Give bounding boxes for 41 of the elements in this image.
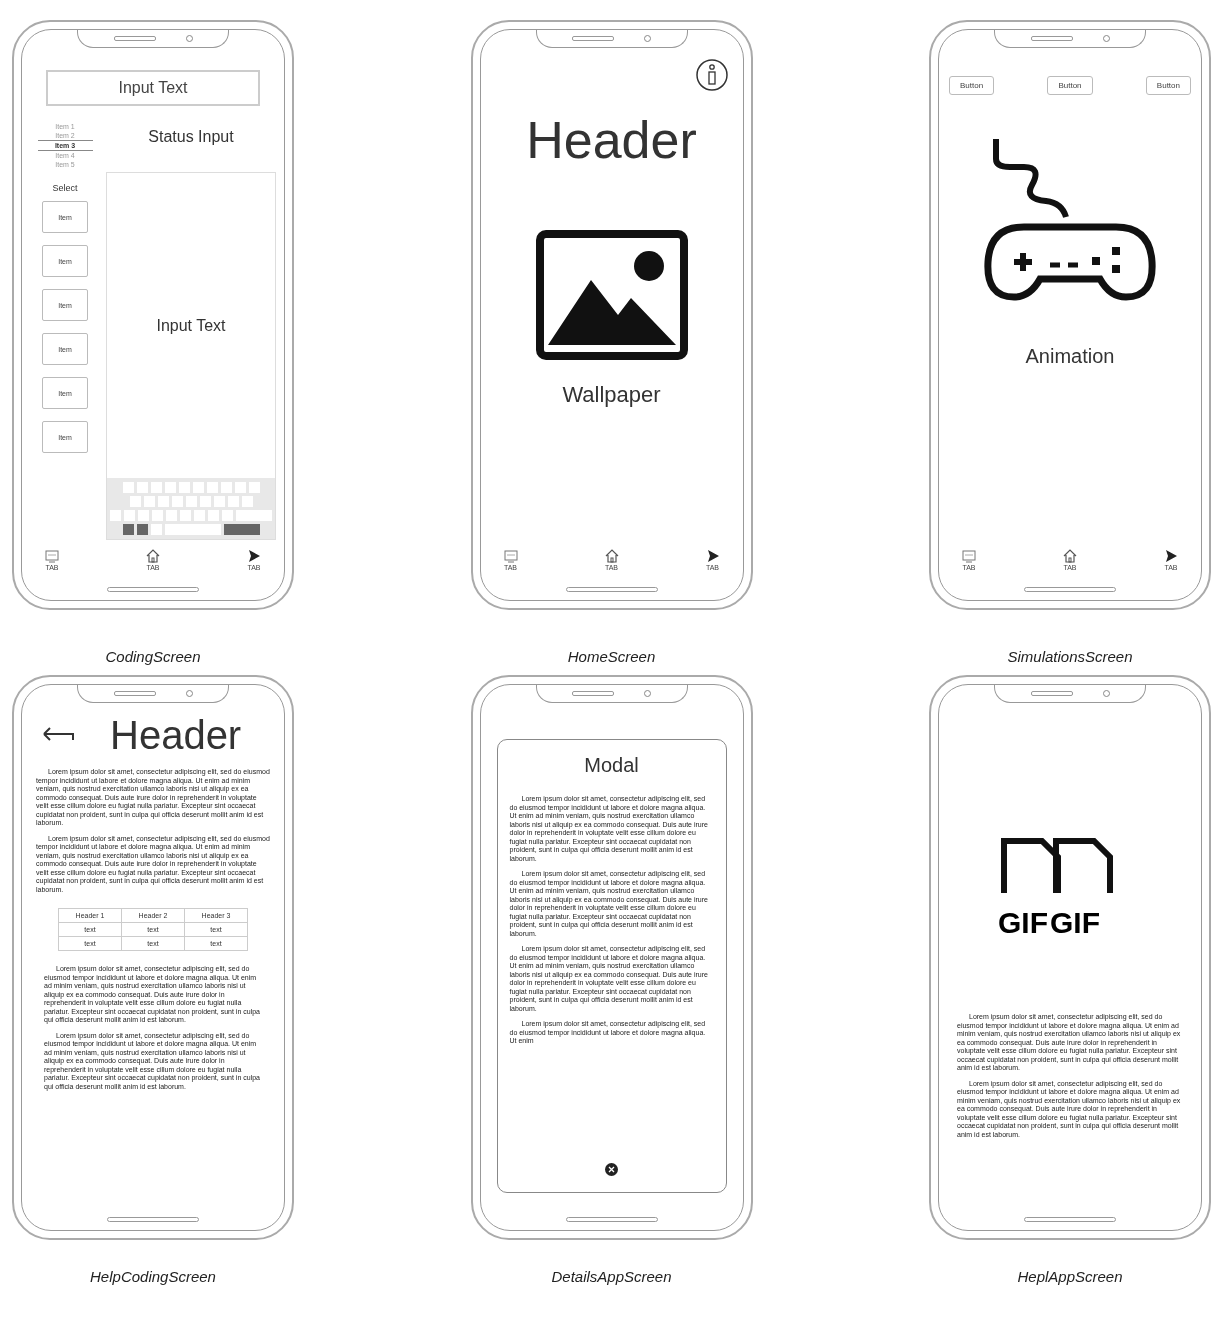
home-icon [1062,548,1078,564]
screen-caption: SimulationsScreen [1007,648,1133,665]
play-icon [1163,548,1179,564]
monitor-icon [961,548,977,564]
screen-caption: HomeScreen [567,648,656,665]
monitor-icon [502,548,519,564]
speaker [113,690,156,696]
speaker [113,35,156,41]
play-icon [246,548,262,564]
gif-label: GIF [998,906,1048,939]
button[interactable]: Button [1047,76,1093,95]
header-title: Header [525,110,698,170]
screen-caption: HelpCodingScreen [90,1268,216,1285]
speaker [572,35,614,41]
gif-label: GIF [1050,906,1100,939]
home-icon [145,548,161,564]
screen-caption: CodingScreen [105,648,201,665]
image-caption: Animation [1024,345,1116,368]
file-icon [1053,838,1113,893]
select-label: Select [52,183,78,193]
speaker [572,690,614,696]
text-input[interactable]: Input Text [46,70,260,106]
screen-caption: DetailsAppScreen [551,1268,672,1285]
speaker [1030,690,1073,696]
speaker [1030,35,1073,41]
screen-caption: HeplAppScreen [1017,1268,1123,1285]
image-caption: Wallpaper [561,382,662,408]
placeholder-text: Input Text [155,315,227,336]
button[interactable]: Button [949,76,995,95]
home-icon [603,548,620,564]
info-icon[interactable] [694,58,729,92]
button[interactable]: Button [1145,76,1191,95]
image-icon [535,230,688,360]
close-button[interactable] [605,1163,618,1176]
modal-title: Modal [584,754,639,777]
monitor-icon [44,548,60,564]
file-icon [1001,838,1061,893]
header-title: Header [110,713,242,758]
close-icon [605,1163,618,1176]
text-area[interactable]: Input Text [106,172,276,540]
status-label: Status Input [147,128,235,146]
